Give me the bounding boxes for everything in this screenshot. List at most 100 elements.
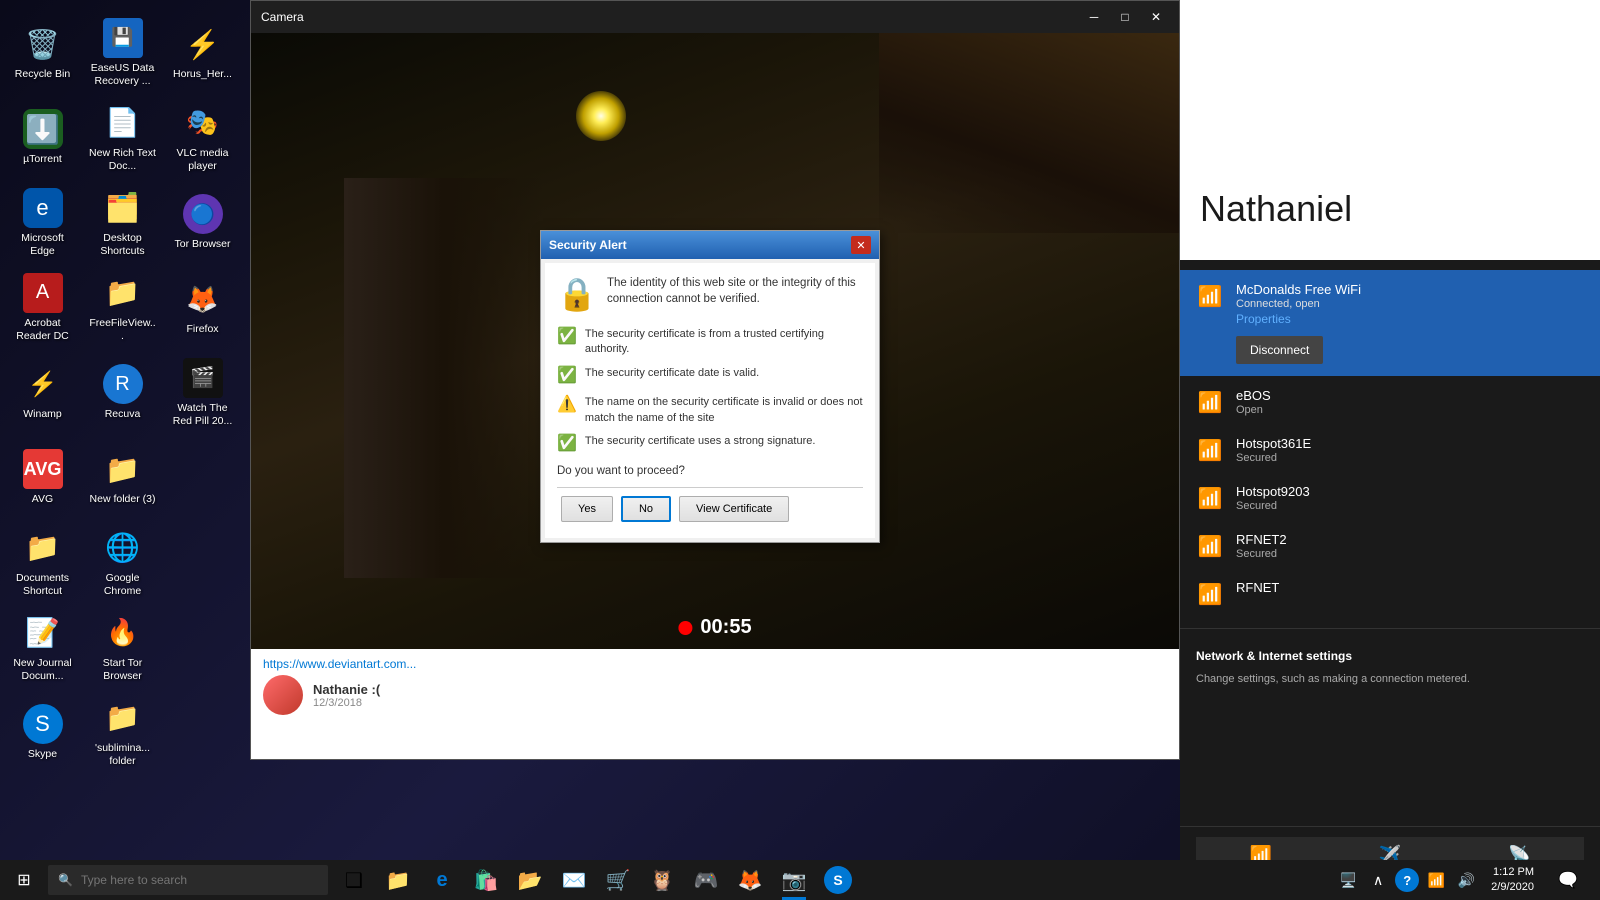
icon-recycle-bin[interactable]: 🗑️ Recycle Bin bbox=[5, 10, 80, 95]
dialog-yes-button[interactable]: Yes bbox=[561, 496, 613, 522]
taskbar-clock[interactable]: 1:12 PM 2/9/2020 bbox=[1483, 865, 1542, 896]
chat-preview: Nathanie :( 12/3/2018 bbox=[263, 675, 1167, 715]
wifi-connected-network[interactable]: 📶 McDonalds Free WiFi Connected, open Pr… bbox=[1180, 270, 1600, 376]
wifi-scroll-area[interactable]: 📶 McDonalds Free WiFi Connected, open Pr… bbox=[1180, 260, 1600, 826]
taskbar-network-icon[interactable]: 📶 bbox=[1423, 860, 1449, 900]
wifi-network-rfnet2[interactable]: 📶 RFNET2 Secured bbox=[1180, 522, 1600, 570]
wifi-properties-link[interactable]: Properties bbox=[1236, 312, 1291, 326]
check-warn-icon-2: ⚠️ bbox=[557, 394, 577, 416]
taskbar-firefox-icon: 🦊 bbox=[738, 868, 763, 893]
dialog-view-certificate-button[interactable]: View Certificate bbox=[679, 496, 789, 522]
wifi-ebos-info: eBOS Open bbox=[1236, 388, 1584, 416]
chat-name: Nathanie :( bbox=[313, 682, 380, 697]
taskbar-camera[interactable]: 📷 bbox=[772, 860, 816, 900]
icon-winamp[interactable]: ⚡ Winamp bbox=[5, 350, 80, 435]
taskbar-origin[interactable]: 🎮 bbox=[684, 860, 728, 900]
horus-label: Horus_Her... bbox=[173, 68, 232, 81]
check-text-2: The name on the security certificate is … bbox=[585, 395, 863, 426]
taskbar-amazon[interactable]: 🛒 bbox=[596, 860, 640, 900]
wifi-disconnect-button[interactable]: Disconnect bbox=[1236, 336, 1323, 364]
taskbar-task-view[interactable]: ❑ bbox=[332, 860, 376, 900]
wifi-hotspot9203-icon: 📶 bbox=[1196, 484, 1224, 512]
nathaniel-card: Nathaniel bbox=[1180, 0, 1600, 260]
icon-new-journal[interactable]: 📝 New Journal Docum... bbox=[5, 605, 80, 690]
dialog-close-button[interactable]: ✕ bbox=[851, 236, 871, 254]
desktop: 🗑️ Recycle Bin ⬇️ µTorrent e Microsoft E… bbox=[0, 0, 1600, 900]
icon-desktop-shortcuts[interactable]: 🗂️ Desktop Shortcuts bbox=[85, 180, 160, 265]
wifi-connected-name: McDonalds Free WiFi bbox=[1236, 282, 1584, 297]
dialog-titlebar: Security Alert ✕ bbox=[541, 231, 879, 259]
network-settings-label[interactable]: Network & Internet settings bbox=[1180, 639, 1600, 673]
wifi-network-rfnet[interactable]: 📶 RFNET bbox=[1180, 570, 1600, 618]
taskbar-notification-button[interactable]: 🗨️ bbox=[1546, 860, 1590, 900]
icon-recuva[interactable]: R Recuva bbox=[85, 350, 160, 435]
taskbar-skype[interactable]: S bbox=[816, 860, 860, 900]
start-button[interactable]: ⊞ bbox=[0, 860, 48, 900]
wifi-network-ebos[interactable]: 📶 eBOS Open bbox=[1180, 378, 1600, 426]
search-icon: 🔍 bbox=[58, 873, 73, 887]
icon-new-folder[interactable]: 📁 New folder (3) bbox=[85, 435, 160, 520]
taskbar-mail[interactable]: ✉️ bbox=[552, 860, 596, 900]
icon-skype[interactable]: S Skype bbox=[5, 690, 80, 775]
taskbar-explorer[interactable]: 📁 bbox=[376, 860, 420, 900]
acrobat-label: Acrobat Reader DC bbox=[9, 317, 76, 342]
icon-subliminal[interactable]: 📁 'sublimina... folder bbox=[85, 690, 160, 775]
dialog-question: Do you want to proceed? bbox=[557, 465, 863, 477]
icon-horus[interactable]: ⚡ Horus_Her... bbox=[165, 10, 240, 95]
avg-icon: AVG bbox=[23, 449, 63, 489]
icon-tor-browser[interactable]: 🔵 Tor Browser bbox=[165, 180, 240, 265]
firefox-label: Firefox bbox=[186, 323, 218, 336]
icon-avg[interactable]: AVG AVG bbox=[5, 435, 80, 520]
new-folder-label: New folder (3) bbox=[90, 493, 156, 506]
taskbar-store[interactable]: 🛍️ bbox=[464, 860, 508, 900]
dialog-no-button[interactable]: No bbox=[621, 496, 671, 522]
taskbar-firefox[interactable]: 🦊 bbox=[728, 860, 772, 900]
chat-info: Nathanie :( 12/3/2018 bbox=[313, 682, 380, 709]
chat-date: 12/3/2018 bbox=[313, 697, 380, 709]
start-tor-icon: 🔥 bbox=[103, 613, 143, 653]
taskbar-time-value: 1:12 PM bbox=[1491, 865, 1534, 880]
icon-easeus[interactable]: 💾 EaseUS Data Recovery ... bbox=[85, 10, 160, 95]
taskbar-tripadvisor[interactable]: 🦉 bbox=[640, 860, 684, 900]
search-input[interactable] bbox=[81, 873, 318, 887]
camera-maximize-button[interactable]: □ bbox=[1112, 7, 1138, 27]
icon-acrobat[interactable]: A Acrobat Reader DC bbox=[5, 265, 80, 350]
icon-watch-red-pill[interactable]: 🎬 Watch The Red Pill 20... bbox=[165, 350, 240, 435]
recording-indicator: 00:55 bbox=[678, 616, 751, 639]
camera-window-title: Camera bbox=[261, 10, 304, 24]
camera-bottom-bar: https://www.deviantart.com... Nathanie :… bbox=[251, 649, 1179, 759]
icon-vlc[interactable]: 🎭 VLC media player bbox=[165, 95, 240, 180]
start-icon: ⊞ bbox=[17, 870, 30, 890]
documents-shortcut-icon: 📁 bbox=[23, 528, 63, 568]
file-explorer-icon: 📂 bbox=[518, 868, 543, 893]
taskbar-edge[interactable]: e bbox=[420, 860, 464, 900]
taskbar-help-icon[interactable]: ? bbox=[1395, 868, 1419, 892]
icon-new-rich-text[interactable]: 📄 New Rich Text Doc... bbox=[85, 95, 160, 180]
icon-edge[interactable]: e Microsoft Edge bbox=[5, 180, 80, 265]
wifi-network-hotspot361e[interactable]: 📶 Hotspot361E Secured bbox=[1180, 426, 1600, 474]
rec-dot bbox=[678, 621, 692, 635]
wifi-hotspot361e-icon: 📶 bbox=[1196, 436, 1224, 464]
taskbar-date-value: 2/9/2020 bbox=[1491, 880, 1534, 895]
camera-close-button[interactable]: ✕ bbox=[1143, 7, 1169, 27]
new-journal-label: New Journal Docum... bbox=[9, 657, 76, 682]
recycle-bin-label: Recycle Bin bbox=[15, 68, 70, 81]
icon-start-tor[interactable]: 🔥 Start Tor Browser bbox=[85, 605, 160, 690]
notification-icon: 🗨️ bbox=[1558, 870, 1578, 890]
taskbar: ⊞ 🔍 ❑ 📁 e 🛍️ 📂 ✉️ bbox=[0, 860, 1600, 900]
check-text-0: The security certificate is from a trust… bbox=[585, 327, 863, 358]
wifi-rfnet2-status: Secured bbox=[1236, 548, 1584, 560]
icon-documents-shortcut[interactable]: 📁 Documents Shortcut bbox=[5, 520, 80, 605]
icon-utorrent[interactable]: ⬇️ µTorrent bbox=[5, 95, 80, 180]
wifi-network-hotspot9203[interactable]: 📶 Hotspot9203 Secured bbox=[1180, 474, 1600, 522]
icon-freefileview[interactable]: 📁 FreeFileView... bbox=[85, 265, 160, 350]
taskbar-desktop-button[interactable]: 🖥️ bbox=[1335, 860, 1361, 900]
taskbar-volume-icon[interactable]: 🔊 bbox=[1453, 860, 1479, 900]
icon-firefox[interactable]: 🦊 Firefox bbox=[165, 265, 240, 350]
taskbar-file-explorer[interactable]: 📂 bbox=[508, 860, 552, 900]
camera-minimize-button[interactable]: ─ bbox=[1081, 7, 1107, 27]
taskbar-search-bar[interactable]: 🔍 bbox=[48, 865, 328, 895]
icon-google-chrome[interactable]: 🌐 Google Chrome bbox=[85, 520, 160, 605]
taskbar-show-more[interactable]: ∧ bbox=[1365, 860, 1391, 900]
wifi-rfnet2-name: RFNET2 bbox=[1236, 532, 1584, 547]
